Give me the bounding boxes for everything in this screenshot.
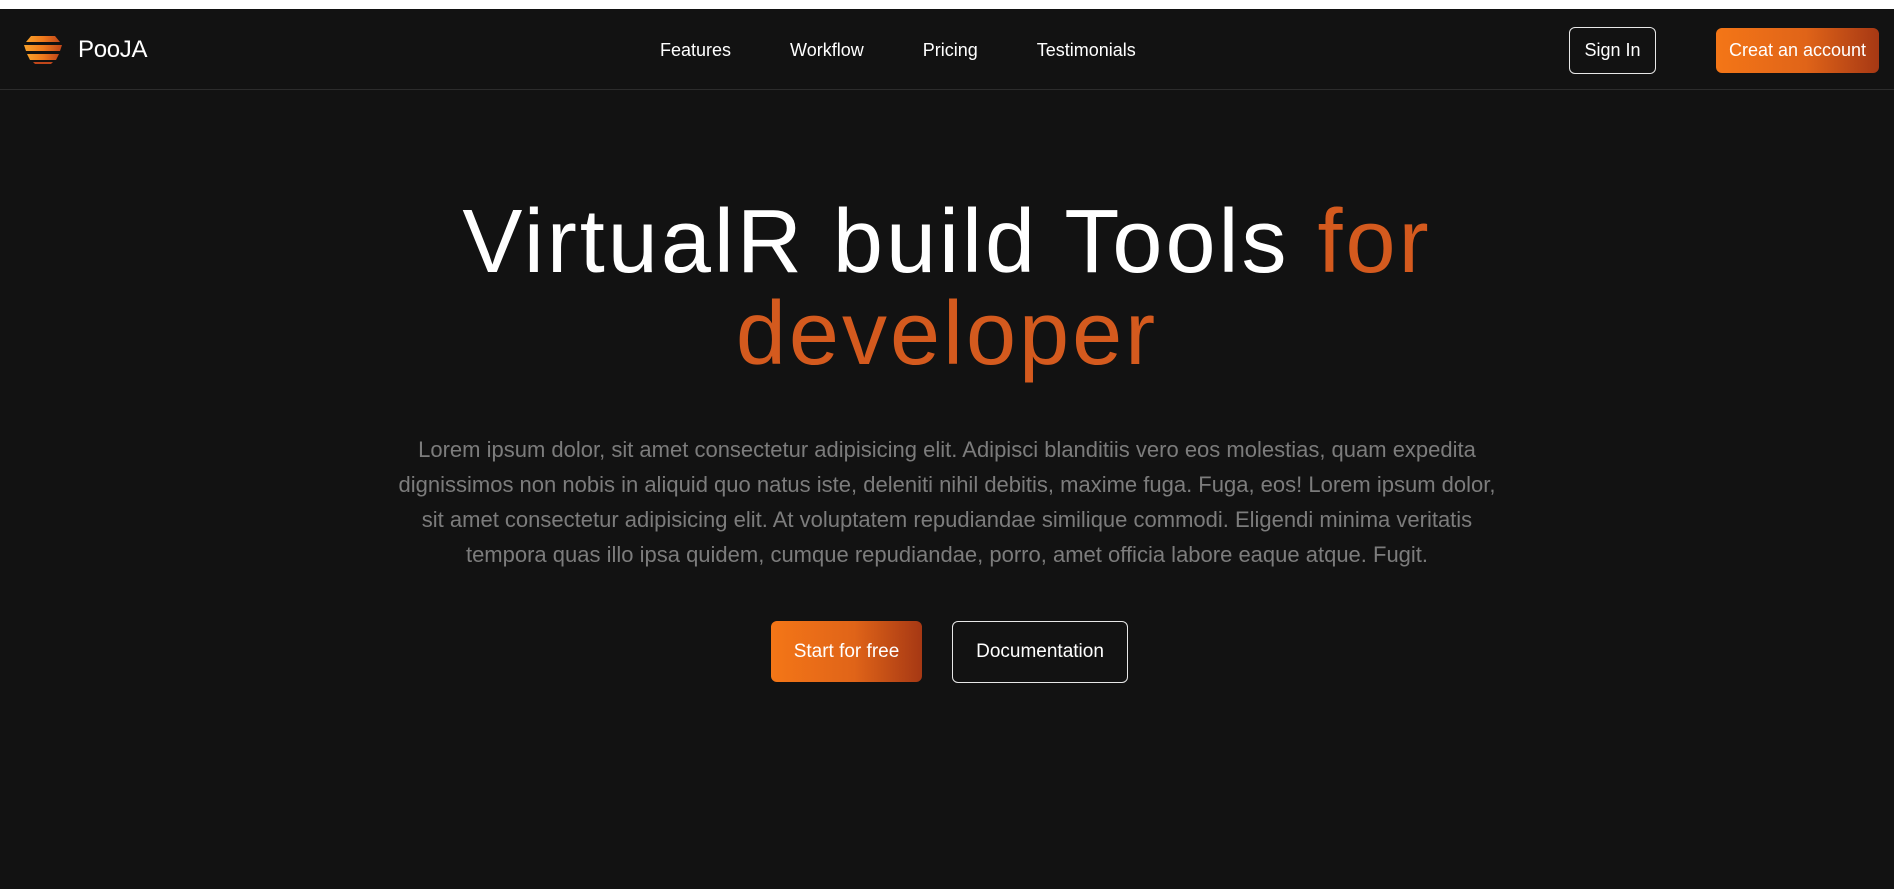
hero-title-accent-developer: developer	[735, 284, 1159, 384]
create-account-button[interactable]: Creat an account	[1716, 28, 1879, 73]
start-for-free-button[interactable]: Start for free	[771, 621, 922, 682]
hero-title: VirtualR build Tools for developer	[0, 196, 1894, 380]
browser-top-strip	[0, 0, 1894, 9]
brand-logo-link[interactable]: PooJA	[22, 30, 148, 70]
nav-link-pricing[interactable]: Pricing	[923, 40, 978, 61]
nav-link-features[interactable]: Features	[660, 40, 731, 61]
hero-title-main: VirtualR build Tools	[462, 192, 1318, 292]
brand-name: PooJA	[78, 36, 148, 63]
sign-in-button[interactable]: Sign In	[1569, 27, 1656, 74]
stacked-layers-logo-icon	[22, 35, 64, 65]
hero-title-accent-for: for	[1317, 192, 1432, 292]
hero-description: Lorem ipsum dolor, sit amet consectetur …	[398, 437, 1496, 567]
documentation-button[interactable]: Documentation	[952, 621, 1128, 683]
main-nav: Features Workflow Pricing Testimonials	[660, 30, 1136, 70]
navbar: PooJA Features Workflow Pricing Testimon…	[0, 9, 1894, 90]
nav-link-testimonials[interactable]: Testimonials	[1037, 40, 1136, 61]
nav-link-workflow[interactable]: Workflow	[790, 40, 864, 61]
